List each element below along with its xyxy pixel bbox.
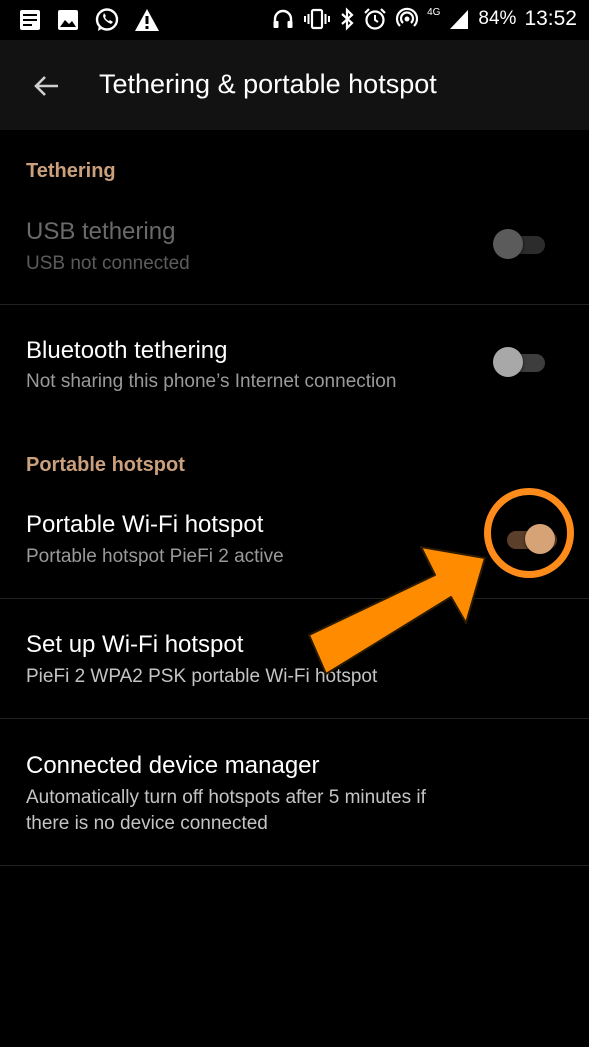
setup-wifi-hotspot-row[interactable]: Set up Wi-Fi hotspot PieFi 2 WPA2 PSK po…	[0, 599, 589, 718]
battery-level: 84%	[478, 8, 517, 29]
back-arrow-icon	[34, 76, 58, 96]
bluetooth-tethering-switch[interactable]	[493, 345, 545, 379]
wifi-hotspot-title: Portable Wi-Fi hotspot	[26, 511, 264, 538]
highlight-circle	[484, 488, 574, 578]
usb-tethering-row[interactable]: USB tethering USB not connected	[0, 200, 589, 304]
status-bar: 4G 84% 13:52	[0, 0, 589, 40]
connected-device-manager-title: Connected device manager	[26, 752, 320, 779]
switch-thumb	[493, 347, 523, 377]
connected-device-manager-subtitle-line1: Automatically turn off hotspots after 5 …	[26, 787, 426, 808]
signal-icon	[450, 10, 469, 29]
app-bar: Tethering & portable hotspot	[0, 40, 589, 130]
section-header-portable-hotspot: Portable hotspot	[26, 454, 185, 476]
alarm-icon	[364, 8, 386, 30]
notes-icon	[20, 10, 40, 30]
warning-icon	[135, 9, 159, 31]
bluetooth-tethering-row[interactable]: Bluetooth tethering Not sharing this pho…	[0, 305, 589, 415]
network-type: 4G	[427, 6, 441, 18]
wifi-hotspot-subtitle: Portable hotspot PieFi 2 active	[26, 546, 284, 567]
connected-device-manager-row[interactable]: Connected device manager Automatically t…	[0, 719, 589, 865]
page-title: Tethering & portable hotspot	[99, 69, 437, 99]
whatsapp-icon	[95, 8, 119, 31]
switch-thumb	[493, 229, 523, 259]
back-button[interactable]	[22, 62, 70, 110]
setup-wifi-hotspot-subtitle: PieFi 2 WPA2 PSK portable Wi-Fi hotspot	[26, 666, 378, 687]
headphones-icon	[273, 9, 293, 28]
status-left-icons	[18, 7, 160, 33]
status-right-icons: 4G 84% 13:52	[271, 7, 577, 31]
usb-tethering-title: USB tethering	[26, 218, 176, 245]
vibrate-icon	[304, 8, 331, 30]
clock: 13:52	[524, 7, 577, 30]
image-icon	[58, 10, 78, 30]
bluetooth-tethering-title: Bluetooth tethering	[26, 337, 228, 364]
setup-wifi-hotspot-title: Set up Wi-Fi hotspot	[26, 631, 244, 658]
divider	[0, 865, 589, 866]
connected-device-manager-subtitle-line2: there is no device connected	[26, 813, 268, 834]
bluetooth-tethering-subtitle: Not sharing this phone’s Internet connec…	[26, 371, 397, 392]
usb-tethering-subtitle: USB not connected	[26, 253, 190, 274]
hotspot-icon	[395, 7, 419, 27]
section-header-tethering: Tethering	[26, 160, 116, 182]
bluetooth-icon	[341, 7, 354, 31]
usb-tethering-switch[interactable]	[493, 227, 545, 261]
